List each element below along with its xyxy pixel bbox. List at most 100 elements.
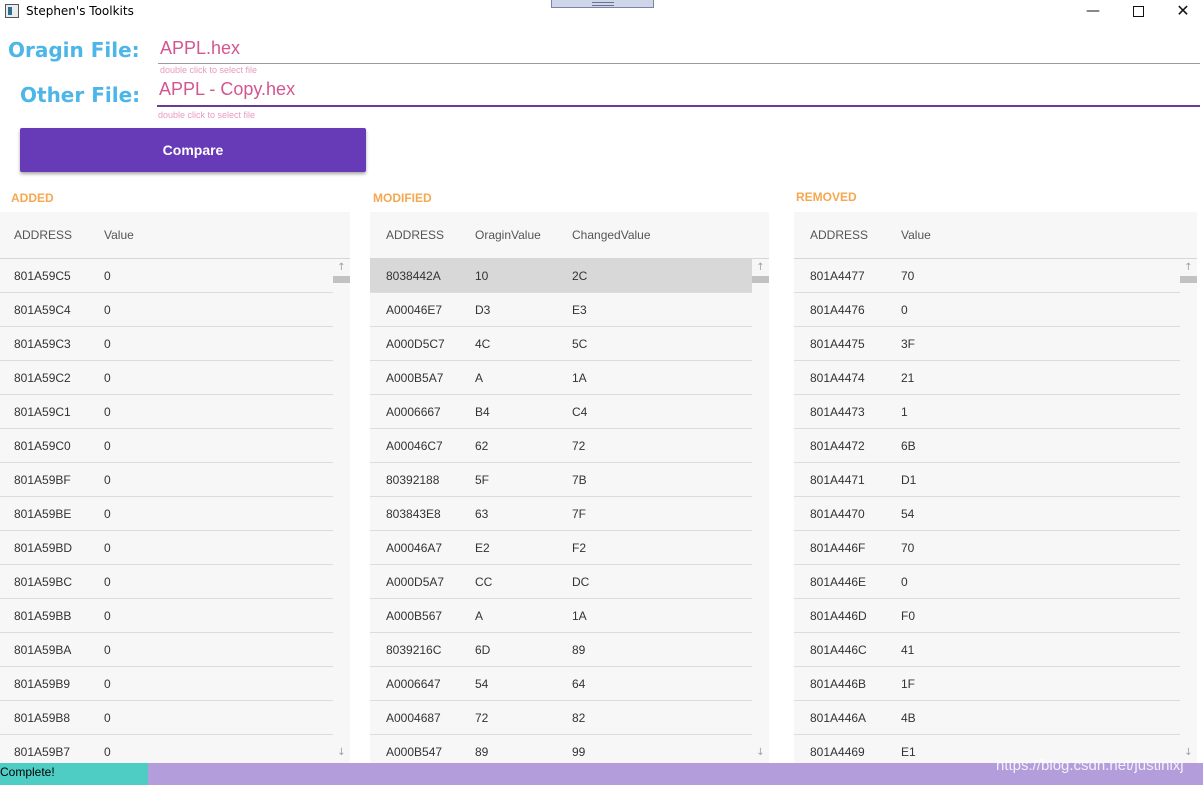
modified-table-row[interactable]: A0006667 B4 C4 — [370, 395, 752, 429]
removed-table-row[interactable]: 801A446A 4B — [794, 701, 1180, 735]
maximize-icon — [1132, 5, 1144, 17]
modified-col-address[interactable]: ADDRESS — [386, 228, 444, 242]
removed-table-row[interactable]: 801A4471 D1 — [794, 463, 1180, 497]
modified-cell: 6D — [475, 643, 491, 657]
modified-table-row[interactable]: A00046C7 62 72 — [370, 429, 752, 463]
modified-table-row[interactable]: A0006647 54 64 — [370, 667, 752, 701]
modified-cell: 64 — [572, 677, 586, 691]
maximize-button[interactable] — [1115, 0, 1161, 24]
added-table-row[interactable]: 801A59C2 0 — [0, 361, 333, 395]
added-table-row[interactable]: 801A59C3 0 — [0, 327, 333, 361]
added-cell: 801A59BD — [14, 541, 73, 555]
modified-title: MODIFIED — [373, 191, 432, 205]
modified-cell: 89 — [572, 643, 586, 657]
modified-table-row[interactable]: A00046A7 E2 F2 — [370, 531, 752, 565]
origin-file-input[interactable] — [158, 33, 1200, 64]
added-table-row[interactable]: 801A59C0 0 — [0, 429, 333, 463]
added-table-row[interactable]: 801A59BC 0 — [0, 565, 333, 599]
added-table: ADDRESS Value 801A59C5 0 801A59C4 0 801A59C3… — [0, 212, 350, 763]
modified-cell: A0006647 — [386, 677, 441, 691]
added-table-row[interactable]: 801A59B9 0 — [0, 667, 333, 701]
removed-table-row[interactable]: 801A446E 0 — [794, 565, 1180, 599]
removed-table-row[interactable]: 801A4477 70 — [794, 259, 1180, 293]
scroll-thumb[interactable] — [1180, 276, 1197, 283]
removed-table-row[interactable]: 801A4473 1 — [794, 395, 1180, 429]
modified-col-origin-value[interactable]: OraginValue — [475, 228, 541, 242]
added-table-row[interactable]: 801A59B7 0 — [0, 735, 333, 763]
removed-table: ADDRESS Value 801A4477 70 801A4476 0 801A447… — [794, 212, 1197, 763]
removed-col-value[interactable]: Value — [901, 228, 931, 242]
added-table-row[interactable]: 801A59BA 0 — [0, 633, 333, 667]
removed-table-row[interactable]: 801A4472 6B — [794, 429, 1180, 463]
other-file-input[interactable] — [157, 74, 1200, 107]
modified-cell: 10 — [475, 269, 489, 283]
modified-table-row[interactable]: A000B547 89 99 — [370, 735, 752, 763]
drag-handle[interactable] — [551, 0, 654, 8]
modified-cell: E2 — [475, 541, 490, 555]
modified-cell: 1A — [572, 609, 587, 623]
removed-table-row[interactable]: 801A4476 0 — [794, 293, 1180, 327]
added-col-address[interactable]: ADDRESS — [14, 228, 72, 242]
modified-cell: 803843E8 — [386, 507, 441, 521]
modified-table-row[interactable]: A000D5C7 4C 5C — [370, 327, 752, 361]
added-table-row[interactable]: 801A59B8 0 — [0, 701, 333, 735]
modified-table-row[interactable]: A0004687 72 82 — [370, 701, 752, 735]
scroll-up-icon[interactable]: ↑ — [333, 261, 350, 275]
modified-table-row[interactable]: 8039216C 6D 89 — [370, 633, 752, 667]
modified-cell: A000B5A7 — [386, 371, 444, 385]
removed-table-row[interactable]: 801A446D F0 — [794, 599, 1180, 633]
removed-table-row[interactable]: 801A446F 70 — [794, 531, 1180, 565]
added-cell: 801A59C5 — [14, 269, 71, 283]
removed-cell: 801A446E — [810, 575, 867, 589]
scroll-thumb[interactable] — [333, 276, 350, 283]
modified-table-row[interactable]: A000D5A7 CC DC — [370, 565, 752, 599]
modified-table-row[interactable]: 80392188 5F 7B — [370, 463, 752, 497]
scroll-up-icon[interactable]: ↑ — [1180, 261, 1197, 275]
close-button[interactable]: ✕ — [1160, 0, 1203, 24]
removed-col-address[interactable]: ADDRESS — [810, 228, 868, 242]
modified-cell: A — [475, 371, 484, 385]
removed-cell: 801A446A — [810, 711, 867, 725]
removed-cell: 6B — [901, 439, 916, 453]
modified-cell: A000B547 — [386, 745, 443, 759]
added-cell: 0 — [104, 507, 111, 521]
minimize-button[interactable]: — — [1070, 0, 1116, 24]
scroll-down-icon[interactable]: ↓ — [752, 746, 769, 760]
added-table-row[interactable]: 801A59C4 0 — [0, 293, 333, 327]
removed-cell: 801A4473 — [810, 405, 865, 419]
modified-table-row[interactable]: A000B5A7 A 1A — [370, 361, 752, 395]
added-scrollbar[interactable]: ↑ ↓ — [333, 259, 350, 763]
modified-cell: 99 — [572, 745, 586, 759]
scroll-thumb[interactable] — [752, 276, 769, 283]
removed-table-row[interactable]: 801A446C 41 — [794, 633, 1180, 667]
removed-cell: 0 — [901, 303, 908, 317]
modified-cell: 63 — [475, 507, 489, 521]
added-table-row[interactable]: 801A59BB 0 — [0, 599, 333, 633]
removed-scrollbar[interactable]: ↑ ↓ — [1180, 259, 1197, 763]
removed-table-row[interactable]: 801A4475 3F — [794, 327, 1180, 361]
added-table-row[interactable]: 801A59C1 0 — [0, 395, 333, 429]
modified-table-row[interactable]: 803843E8 63 7F — [370, 497, 752, 531]
scroll-up-icon[interactable]: ↑ — [752, 261, 769, 275]
scroll-down-icon[interactable]: ↓ — [333, 746, 350, 760]
added-table-row[interactable]: 801A59BD 0 — [0, 531, 333, 565]
removed-cell: 801A446B — [810, 677, 867, 691]
added-table-row[interactable]: 801A59BE 0 — [0, 497, 333, 531]
removed-cell: 4B — [901, 711, 916, 725]
added-title: ADDED — [11, 191, 54, 205]
modified-cell: A000D5A7 — [386, 575, 445, 589]
removed-table-row[interactable]: 801A4474 21 — [794, 361, 1180, 395]
modified-table-row[interactable]: 8038442A 10 2C — [370, 259, 752, 293]
added-col-value[interactable]: Value — [104, 228, 134, 242]
modified-col-changed-value[interactable]: ChangedValue — [572, 228, 651, 242]
modified-table-row[interactable]: A00046E7 D3 E3 — [370, 293, 752, 327]
compare-button[interactable]: Compare — [20, 128, 366, 172]
modified-scrollbar[interactable]: ↑ ↓ — [752, 259, 769, 763]
removed-table-row[interactable]: 801A4470 54 — [794, 497, 1180, 531]
modified-cell: B4 — [475, 405, 490, 419]
added-table-row[interactable]: 801A59BF 0 — [0, 463, 333, 497]
modified-cell: 7B — [572, 473, 587, 487]
modified-table-row[interactable]: A000B567 A 1A — [370, 599, 752, 633]
removed-table-row[interactable]: 801A446B 1F — [794, 667, 1180, 701]
added-table-row[interactable]: 801A59C5 0 — [0, 259, 333, 293]
